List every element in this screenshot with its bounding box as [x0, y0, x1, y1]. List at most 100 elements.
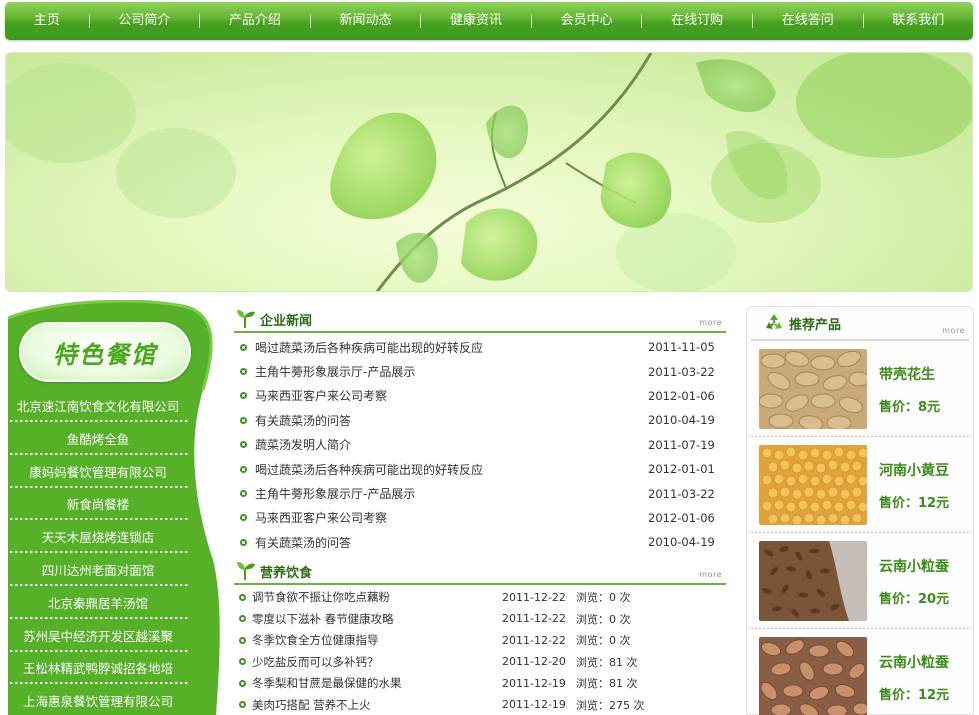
bullet-icon	[239, 636, 246, 644]
restaurant-link[interactable]: 新食尚餐楼	[8, 490, 188, 524]
diet-row[interactable]: 冬季梨和甘蔗是最保健的水果 2011-12-19 浏览：81 次	[234, 673, 726, 695]
nav-item-news[interactable]: 新闻动态	[311, 2, 421, 40]
product-card[interactable]: 河南小黄豆 售价：12元	[751, 437, 969, 533]
restaurant-link[interactable]: 北京速江南饮食文化有限公司	[8, 392, 188, 425]
news-row[interactable]: 主角牛蒡形象展示厅-产品展示 2011-03-22	[234, 359, 726, 383]
news-title[interactable]: 喝过蔬菜汤后各种疾病可能出现的好转反应	[255, 461, 648, 478]
bullet-icon	[239, 593, 246, 601]
diet-title[interactable]: 零度以下滋补 春节健康攻略	[252, 611, 502, 627]
nav-item-health[interactable]: 健康资讯	[421, 2, 531, 40]
diet-title[interactable]: 美肉巧搭配 营养不上火	[252, 697, 502, 713]
diet-list: 调节食欲不振让你吃点藕粉 2011-12-22 浏览：0 次 零度以下滋补 春节…	[234, 587, 726, 715]
restaurant-link[interactable]: 四川达州老面对面馆	[8, 555, 188, 589]
diet-date: 2011-12-19	[502, 698, 566, 712]
news-row[interactable]: 喝过蔬菜汤后各种疾病可能出现的好转反应 2011-11-05	[234, 335, 726, 359]
nav-item-order[interactable]: 在线订购	[642, 2, 752, 40]
news-row[interactable]: 有关蔬菜汤的问答 2010-04-19	[234, 408, 726, 432]
nav-item-about[interactable]: 公司简介	[90, 2, 200, 40]
section-title: 推荐产品	[789, 317, 842, 333]
sidebar-logo-text: 特色餐馆	[53, 339, 157, 369]
news-row[interactable]: 蔬菜汤发明人简介 2011-07-19	[234, 433, 726, 457]
diet-row[interactable]: 零度以下滋补 春节健康攻略 2011-12-22 浏览：0 次	[234, 608, 726, 630]
more-link[interactable]: more	[699, 318, 722, 327]
more-link[interactable]: more	[699, 570, 722, 579]
hero-banner	[5, 52, 973, 292]
restaurant-link[interactable]: 上海惠泉餐饮管理有限公司	[8, 687, 188, 715]
peanut-image[interactable]	[759, 349, 867, 429]
news-date: 2011-03-22	[648, 486, 715, 501]
news-row[interactable]: 马来西亚客户来公司考察 2012-01-06	[234, 506, 726, 530]
product-name[interactable]: 云南小粒蚕	[879, 556, 949, 576]
restaurant-link[interactable]: 王松林精武鸭脖诚招各地培	[8, 654, 188, 688]
bullet-icon	[240, 441, 247, 449]
restaurant-link[interactable]: 鱼酷烤全鱼	[8, 424, 188, 458]
news-row[interactable]: 主角牛蒡形象展示厅-产品展示 2011-03-22	[234, 481, 726, 505]
news-row[interactable]: 有关蔬菜汤的问答 2010-04-19	[234, 530, 726, 554]
nav-item-home[interactable]: 主页	[5, 2, 89, 40]
diet-title[interactable]: 少吃盐反而可以多补钙？	[252, 654, 502, 670]
bullet-icon	[240, 343, 247, 351]
product-price: 售价：12元	[879, 687, 950, 703]
diet-title[interactable]: 冬季饮食全方位健康指导	[252, 632, 502, 648]
product-card[interactable]: 带壳花生 售价：8元	[751, 341, 969, 437]
product-card[interactable]: 云南小粒蚕 售价：12元	[751, 629, 969, 715]
section-title: 营养饮食	[260, 565, 313, 581]
news-title[interactable]: 蔬菜汤发明人简介	[255, 436, 648, 453]
bean-image[interactable]	[759, 637, 867, 715]
news-list: 喝过蔬菜汤后各种疾病可能出现的好转反应 2011-11-05 主角牛蒡形象展示厅…	[234, 335, 726, 555]
diet-date: 2011-12-22	[502, 612, 566, 626]
diet-title[interactable]: 冬季梨和甘蔗是最保健的水果	[252, 675, 502, 691]
seed-image[interactable]	[759, 541, 867, 621]
diet-date: 2011-12-19	[502, 676, 566, 690]
product-card[interactable]: 云南小粒蚕 售价：20元	[751, 533, 969, 629]
bullet-icon	[239, 679, 246, 687]
bullet-icon	[239, 701, 246, 709]
diet-row[interactable]: 少吃盐反而可以多补钙？ 2011-12-20 浏览：81 次	[234, 651, 726, 673]
bullet-icon	[240, 465, 247, 473]
product-name[interactable]: 云南小粒蚕	[879, 652, 949, 672]
news-row[interactable]: 马来西亚客户来公司考察 2012-01-06	[234, 384, 726, 408]
nav-item-contact[interactable]: 联系我们	[864, 2, 974, 40]
product-price: 售价：12元	[879, 495, 950, 511]
news-title[interactable]: 有关蔬菜汤的问答	[255, 412, 648, 429]
soybean-image[interactable]	[759, 445, 867, 525]
restaurant-link[interactable]: 康妈妈餐饮管理有限公司	[8, 457, 188, 491]
sprout-icon	[237, 561, 255, 580]
diet-title[interactable]: 调节食欲不振让你吃点藕粉	[252, 589, 502, 605]
bullet-icon	[240, 368, 247, 376]
diet-row[interactable]: 调节食欲不振让你吃点藕粉 2011-12-22 浏览：0 次	[234, 587, 726, 609]
company-news-header: 企业新闻 more	[234, 305, 726, 333]
product-info: 河南小黄豆 售价：12元	[879, 460, 949, 511]
product-name[interactable]: 河南小黄豆	[879, 460, 949, 480]
restaurant-link[interactable]: 北京秦鼎居羊汤馆	[8, 588, 188, 622]
news-date: 2010-04-19	[648, 413, 715, 428]
bullet-icon	[240, 490, 247, 498]
featured-restaurants-sidebar: 特色餐馆 北京速江南饮食文化有限公司 鱼酷烤全鱼 康妈妈餐饮管理有限公司 新食尚…	[8, 300, 220, 715]
news-title[interactable]: 主角牛蒡形象展示厅-产品展示	[255, 485, 648, 502]
products-header: 推荐产品 more	[751, 307, 969, 341]
nav-item-members[interactable]: 会员中心	[532, 2, 642, 40]
more-link[interactable]: more	[942, 326, 965, 335]
diet-row[interactable]: 美肉巧搭配 营养不上火 2011-12-19 浏览：275 次	[234, 694, 726, 715]
restaurant-link[interactable]: 天天木屋烧烤连锁店	[8, 523, 188, 556]
diet-row[interactable]: 冬季饮食全方位健康指导 2011-12-22 浏览：0 次	[234, 630, 726, 652]
view-count: 浏览：0 次	[576, 634, 631, 648]
product-price: 售价：20元	[879, 591, 950, 607]
news-title[interactable]: 马来西亚客户来公司考察	[255, 387, 648, 404]
view-count: 浏览：275 次	[576, 698, 645, 712]
news-title[interactable]: 主角牛蒡形象展示厅-产品展示	[255, 363, 648, 380]
nav-item-qa[interactable]: 在线答问	[753, 2, 863, 40]
product-info: 云南小粒蚕 售价：12元	[879, 652, 949, 703]
diet-date: 2011-12-22	[502, 590, 566, 604]
bullet-icon	[239, 615, 246, 623]
top-nav: 主页 公司简介 产品介绍 新闻动态 健康资讯 会员中心 在线订购 在线答问 联系…	[5, 2, 973, 40]
news-title[interactable]: 喝过蔬菜汤后各种疾病可能出现的好转反应	[255, 339, 648, 356]
news-title[interactable]: 马来西亚客户来公司考察	[255, 509, 648, 526]
restaurant-link[interactable]: 苏州吴中经济开发区越溪聚	[8, 621, 188, 655]
nav-item-products[interactable]: 产品介绍	[200, 2, 310, 40]
product-name[interactable]: 带壳花生	[879, 364, 940, 384]
diet-date: 2011-12-22	[502, 633, 566, 647]
news-title[interactable]: 有关蔬菜汤的问答	[255, 534, 648, 551]
news-row[interactable]: 喝过蔬菜汤后各种疾病可能出现的好转反应 2012-01-01	[234, 457, 726, 481]
view-count: 浏览：81 次	[576, 655, 638, 669]
